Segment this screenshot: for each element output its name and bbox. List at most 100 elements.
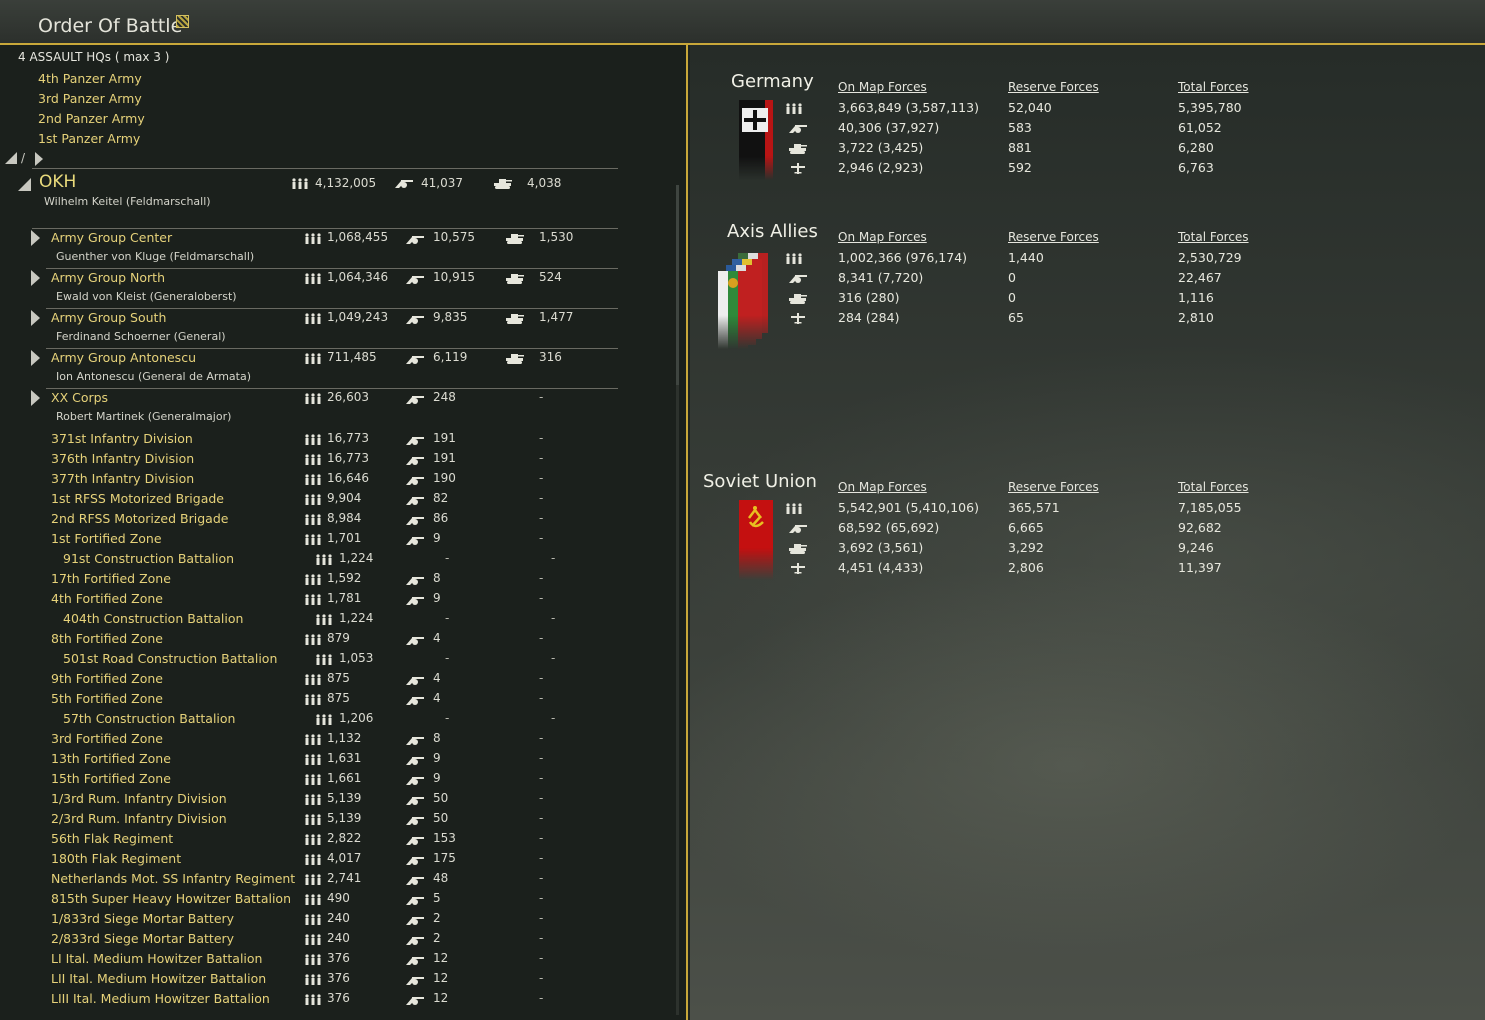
- unit-name[interactable]: 3rd Fortified Zone: [51, 731, 163, 746]
- aircraft-icon: [789, 163, 807, 174]
- expand-toggle-icon[interactable]: [31, 270, 40, 286]
- unit-name[interactable]: 56th Flak Regiment: [51, 831, 173, 846]
- unit-name[interactable]: LII Ital. Medium Howitzer Battalion: [51, 971, 266, 986]
- men-icon: [315, 714, 333, 725]
- unit-name[interactable]: 1/833rd Siege Mortar Battery: [51, 911, 234, 926]
- men-icon-svg: [305, 273, 321, 284]
- unit-name[interactable]: 815th Super Heavy Howitzer Battalion: [51, 891, 291, 906]
- gun-icon: [406, 915, 424, 926]
- expand-toggle-icon[interactable]: [31, 350, 40, 366]
- expand-toggle-icon[interactable]: [31, 310, 40, 326]
- men-icon-svg: [305, 754, 321, 765]
- commander-name: Ewald von Kleist (Generaloberst): [56, 290, 237, 303]
- unit-name[interactable]: 501st Road Construction Battalion: [63, 651, 277, 666]
- men-icon-svg: [305, 694, 321, 705]
- unit-name[interactable]: 9th Fortified Zone: [51, 671, 163, 686]
- unit-name[interactable]: 17th Fortified Zone: [51, 571, 171, 586]
- unit-name[interactable]: 371st Infantry Division: [51, 431, 193, 446]
- window-title: Order Of Battle: [38, 15, 183, 37]
- hq-item[interactable]: 4th Panzer Army: [38, 71, 142, 86]
- unit-name[interactable]: 13th Fortified Zone: [51, 751, 171, 766]
- column-header: Total Forces: [1178, 80, 1249, 94]
- tank-count: -: [539, 871, 544, 885]
- men-icon: [304, 594, 322, 605]
- army-group-name[interactable]: Army Group Center: [51, 230, 172, 245]
- men-icon: [304, 634, 322, 645]
- gun-count: 4: [433, 671, 441, 685]
- unit-name[interactable]: 2/833rd Siege Mortar Battery: [51, 931, 234, 946]
- hq-item[interactable]: 2nd Panzer Army: [38, 111, 145, 126]
- men-count: 376: [327, 991, 350, 1005]
- unit-name[interactable]: 1st Fortified Zone: [51, 531, 162, 546]
- men-icon-svg: [305, 674, 321, 685]
- report-icon[interactable]: [176, 15, 189, 28]
- force-value: 2,946 (2,923): [838, 160, 924, 175]
- gun-count: 48: [433, 871, 449, 885]
- men-icon: [304, 754, 322, 765]
- tank-icon: [506, 233, 524, 244]
- hq-item[interactable]: 3rd Panzer Army: [38, 91, 142, 106]
- unit-name[interactable]: LIII Ital. Medium Howitzer Battalion: [51, 991, 270, 1006]
- tank-icon-svg: [506, 234, 524, 244]
- force-value: 0: [1008, 290, 1016, 305]
- scrollbar-thumb[interactable]: [676, 185, 679, 385]
- unit-name[interactable]: 1/3rd Rum. Infantry Division: [51, 791, 227, 806]
- unit-name[interactable]: LI Ital. Medium Howitzer Battalion: [51, 951, 262, 966]
- gun-icon-svg: [406, 957, 424, 965]
- tank-count: -: [539, 851, 544, 865]
- unit-name[interactable]: 4th Fortified Zone: [51, 591, 163, 606]
- order-of-battle-tree: 4 ASSAULT HQs ( max 3 ) 4th Panzer Army …: [0, 45, 688, 1020]
- force-value: 4,451 (4,433): [838, 560, 924, 575]
- okh-name[interactable]: OKH: [39, 172, 76, 192]
- unit-name[interactable]: 5th Fortified Zone: [51, 691, 163, 706]
- gun-icon-svg: [406, 577, 424, 585]
- unit-name[interactable]: 8th Fortified Zone: [51, 631, 163, 646]
- gun-count: 9: [433, 531, 441, 545]
- gun-icon-svg: [406, 917, 424, 925]
- men-icon: [304, 734, 322, 745]
- gun-icon-svg: [406, 697, 424, 705]
- expand-all-icon[interactable]: [35, 152, 43, 166]
- okh-commander: Wilhelm Keitel (Feldmarschall): [44, 195, 211, 208]
- men-count: 711,485: [327, 350, 377, 364]
- gun-icon-svg: [789, 525, 807, 533]
- expand-toggle-icon[interactable]: [31, 390, 40, 406]
- gun-count: 82: [433, 491, 449, 505]
- unit-name[interactable]: Netherlands Mot. SS Infantry Regiment: [51, 871, 295, 886]
- men-icon: [304, 934, 322, 945]
- tank-count: -: [539, 891, 544, 905]
- unit-name[interactable]: 2nd RFSS Motorized Brigade: [51, 511, 228, 526]
- gun-count: 2: [433, 911, 441, 925]
- men-count: 376: [327, 951, 350, 965]
- men-count: 16,773: [327, 451, 369, 465]
- tank-count: -: [539, 831, 544, 845]
- unit-name[interactable]: 57th Construction Battalion: [63, 711, 235, 726]
- men-count: 1,132: [327, 731, 362, 745]
- men-icon: [304, 774, 322, 785]
- gun-icon: [406, 234, 424, 245]
- army-group-name[interactable]: Army Group North: [51, 270, 165, 285]
- gun-icon-svg: [406, 797, 424, 805]
- army-group-name[interactable]: Army Group South: [51, 310, 166, 325]
- unit-name[interactable]: 377th Infantry Division: [51, 471, 194, 486]
- unit-name[interactable]: 2/3rd Rum. Infantry Division: [51, 811, 227, 826]
- army-group-name[interactable]: Army Group Antonescu: [51, 350, 196, 365]
- collapse-okh-icon[interactable]: [18, 178, 31, 191]
- unit-name[interactable]: 15th Fortified Zone: [51, 771, 171, 786]
- expand-toggle-icon[interactable]: [31, 230, 40, 246]
- army-group-name[interactable]: XX Corps: [51, 390, 108, 405]
- unit-name[interactable]: 1st RFSS Motorized Brigade: [51, 491, 224, 506]
- men-icon-svg: [305, 874, 321, 885]
- unit-name[interactable]: 376th Infantry Division: [51, 451, 194, 466]
- tank-icon-svg: [789, 294, 807, 304]
- unit-name[interactable]: 404th Construction Battalion: [63, 611, 243, 626]
- men-icon: [304, 814, 322, 825]
- men-icon: [304, 894, 322, 905]
- unit-name[interactable]: 180th Flak Regiment: [51, 851, 181, 866]
- gun-icon: [789, 123, 807, 134]
- unit-name[interactable]: 91st Construction Battalion: [63, 551, 234, 566]
- hq-item[interactable]: 1st Panzer Army: [38, 131, 140, 146]
- force-value: 284 (284): [838, 310, 900, 325]
- collapse-all-icon[interactable]: [5, 152, 17, 164]
- gun-count: -: [445, 551, 450, 565]
